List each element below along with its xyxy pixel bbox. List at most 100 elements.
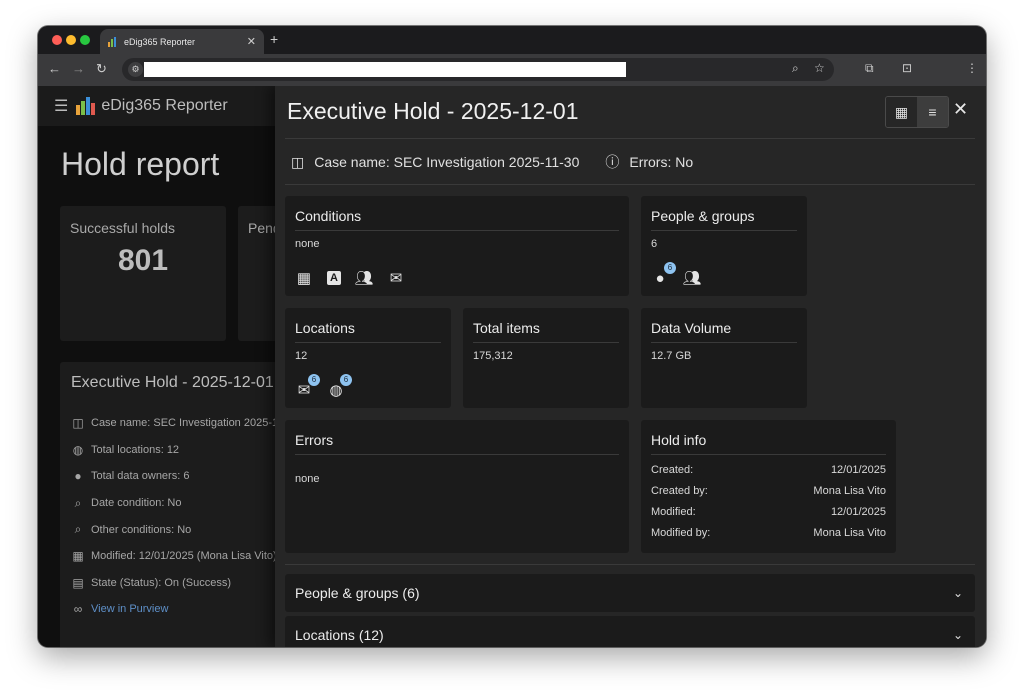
site-settings-icon[interactable]: ⚙ bbox=[128, 62, 143, 77]
browser-tab[interactable]: eDig365 Reporter ✕ bbox=[100, 29, 264, 54]
hold-row: ◍ Total locations: 12 bbox=[72, 442, 180, 457]
calendar-icon: ▦ bbox=[296, 270, 312, 287]
hamburger-menu-icon[interactable]: ☰ bbox=[54, 96, 68, 116]
hold-card-title: Executive Hold - 2025-12-01 bbox=[71, 374, 274, 391]
app-logo-icon bbox=[76, 97, 96, 115]
hold-info-row: Modified by: Mona Lisa Vito bbox=[651, 527, 886, 539]
divider bbox=[285, 184, 975, 185]
drawer-title: Executive Hold - 2025-12-01 bbox=[287, 98, 579, 124]
hold-info-row: Created by: Mona Lisa Vito bbox=[651, 485, 886, 497]
reload-icon[interactable]: ↻ bbox=[96, 61, 107, 77]
grid-icon: ▦ bbox=[894, 103, 909, 120]
accordion-label: People & groups (6) bbox=[295, 585, 420, 601]
person-count-badge: 6 bbox=[664, 262, 676, 274]
globe-icon: ◍ bbox=[72, 442, 84, 457]
grid-view-button[interactable]: ▦ bbox=[886, 97, 917, 127]
card-value: 6 bbox=[651, 238, 658, 250]
mail-icon: ✉ 6 bbox=[295, 374, 320, 399]
forward-icon[interactable]: → bbox=[72, 61, 85, 76]
link-icon: ∞ bbox=[73, 602, 83, 617]
list-view-button[interactable]: ≡ bbox=[917, 97, 948, 127]
hold-details-drawer: Executive Hold - 2025-12-01 ▦ ≡ ✕ ◫ Case… bbox=[275, 86, 986, 647]
hold-row: ▦ Modified: 12/01/2025 (Mona Lisa Vito) bbox=[72, 549, 277, 564]
page-title: Hold report bbox=[61, 146, 220, 182]
meta-row: ◫ Case name: SEC Investigation 2025-11-3… bbox=[291, 152, 693, 172]
card-value: none bbox=[295, 473, 320, 485]
card-title: Total items bbox=[473, 320, 619, 343]
errors-summary: Errors: No bbox=[629, 154, 694, 170]
person-icon: ● 6 bbox=[651, 262, 676, 287]
minimize-window-button[interactable] bbox=[66, 35, 76, 45]
divider bbox=[285, 564, 975, 565]
tab-search-icon[interactable]: ⊡ bbox=[902, 61, 912, 75]
maximize-window-button[interactable] bbox=[80, 35, 90, 45]
hold-row: ◫ Case name: SEC Investigation 2025-11-30 bbox=[72, 416, 300, 431]
locations-accordion[interactable]: Locations (12) ⌄ bbox=[285, 616, 975, 647]
back-icon[interactable]: ← bbox=[48, 61, 61, 76]
hold-row: ▤ State (Status): On (Success) bbox=[72, 575, 231, 590]
card-title: Hold info bbox=[651, 432, 886, 455]
globe-icon: ◍ 6 bbox=[327, 374, 352, 399]
extensions-icon[interactable]: ⧉ bbox=[865, 61, 874, 76]
card-title: Conditions bbox=[295, 208, 619, 231]
card-value: 12 bbox=[295, 350, 308, 362]
accordion-label: Locations (12) bbox=[295, 627, 384, 643]
tab-close-icon[interactable]: ✕ bbox=[247, 35, 256, 48]
card-value: 12.7 GB bbox=[651, 350, 692, 362]
app-bar: ☰ eDig365 Reporter bbox=[38, 86, 275, 126]
url-field[interactable] bbox=[144, 62, 626, 77]
card-title: Errors bbox=[295, 432, 619, 455]
view-in-purview-link[interactable]: View in Purview bbox=[91, 603, 168, 615]
stat-value: 801 bbox=[117, 244, 169, 277]
briefcase-icon: ◫ bbox=[72, 416, 84, 431]
stat-label: Successful holds bbox=[70, 220, 176, 236]
address-bar[interactable]: ⚙ ⌕ ☆ bbox=[122, 58, 834, 81]
mailbox-count-badge: 6 bbox=[308, 374, 320, 386]
favicon-icon bbox=[108, 36, 118, 47]
group-icon: 👥︎ bbox=[682, 270, 702, 287]
tab-strip: eDig365 Reporter ✕ + bbox=[38, 26, 986, 54]
list-icon: ≡ bbox=[928, 104, 937, 120]
errors-card: Errors none bbox=[285, 420, 629, 553]
purview-link-row[interactable]: ∞ View in Purview bbox=[71, 596, 309, 623]
people-icon: 👥︎ bbox=[354, 270, 374, 287]
clipboard-icon: ▤ bbox=[72, 575, 84, 590]
bookmark-star-icon[interactable]: ☆ bbox=[814, 61, 825, 75]
hold-info-card: Hold info Created: 12/01/2025 Created by:… bbox=[641, 420, 896, 553]
person-icon: ● bbox=[74, 469, 82, 484]
browser-window: eDig365 Reporter ✕ + ← → ↻ ⚙ ⌕ ☆ ⧉ ⊡ ⋮ ☰ bbox=[38, 26, 986, 647]
people-groups-card: People & groups 6 ● 6 👥︎ bbox=[641, 196, 807, 296]
total-items-card: Total items 175,312 bbox=[463, 308, 629, 408]
data-volume-card: Data Volume 12.7 GB bbox=[641, 308, 807, 408]
view-toggle: ▦ ≡ bbox=[885, 96, 949, 128]
stat-card-successful: Successful holds 801 bbox=[60, 206, 226, 341]
people-groups-accordion[interactable]: People & groups (6) ⌄ bbox=[285, 574, 975, 612]
divider bbox=[285, 138, 975, 139]
conditions-card: Conditions none ▦ A 👥︎ ✉ bbox=[285, 196, 629, 296]
hold-info-row: Modified: 12/01/2025 bbox=[651, 506, 886, 518]
chevron-down-icon: ⌄ bbox=[952, 628, 963, 642]
info-circle-icon: ⓘ bbox=[605, 154, 620, 170]
locations-card: Locations 12 ✉ 6 ◍ 6 bbox=[285, 308, 451, 408]
close-drawer-icon[interactable]: ✕ bbox=[953, 99, 968, 120]
hold-row: ⌕ Date condition: No bbox=[71, 490, 309, 517]
card-value: 175,312 bbox=[473, 350, 513, 362]
search-icon: ⌕ bbox=[74, 522, 82, 537]
card-title: People & groups bbox=[651, 208, 797, 231]
zoom-icon[interactable]: ⌕ bbox=[792, 61, 799, 76]
card-value: none bbox=[295, 238, 320, 250]
app-title: eDig365 Reporter bbox=[101, 97, 228, 114]
hold-row: ● Total data owners: 6 bbox=[71, 463, 309, 490]
card-title: Locations bbox=[295, 320, 441, 343]
app-content: ☰ eDig365 Reporter Hold report Successfu… bbox=[38, 86, 986, 647]
tab-title: eDig365 Reporter bbox=[124, 36, 196, 47]
hold-info-row: Created: 12/01/2025 bbox=[651, 464, 886, 476]
briefcase-icon: ◫ bbox=[291, 153, 305, 170]
browser-toolbar: ← → ↻ ⚙ ⌕ ☆ ⧉ ⊡ ⋮ bbox=[38, 54, 986, 86]
text-condition-icon: A bbox=[327, 271, 341, 285]
chevron-down-icon: ⌄ bbox=[952, 586, 963, 600]
card-title: Data Volume bbox=[651, 320, 797, 343]
new-tab-button[interactable]: + bbox=[270, 31, 278, 47]
menu-kebab-icon[interactable]: ⋮ bbox=[966, 61, 978, 75]
close-window-button[interactable] bbox=[52, 35, 62, 45]
